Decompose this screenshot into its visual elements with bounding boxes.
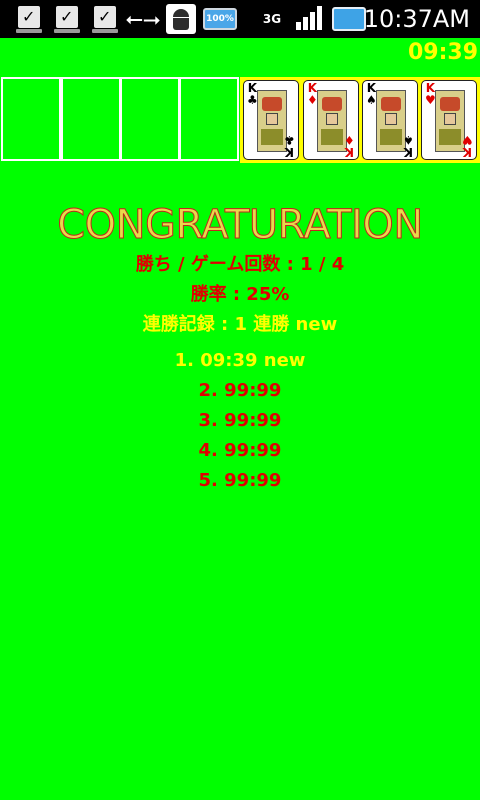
king-face-icon bbox=[376, 90, 406, 152]
free-cell-slot[interactable] bbox=[61, 77, 121, 161]
streak-stat: 連勝記録 : 1 連勝 new bbox=[142, 314, 338, 335]
king-face-icon bbox=[317, 90, 347, 152]
signal-strength-icon bbox=[294, 4, 324, 30]
card-corner: K ♥ bbox=[462, 133, 473, 159]
foundation-card-king-clubs[interactable]: K ♣ K ♣ bbox=[243, 80, 299, 160]
usb-icon[interactable]: ⭠⭢ bbox=[125, 4, 160, 34]
win-games-stat: 勝ち / ゲーム回数 : 1 / 4 bbox=[135, 254, 345, 275]
ranking-item: 3. 99:99 bbox=[198, 410, 282, 431]
battery-icon bbox=[332, 7, 366, 31]
game-timer: 09:39 bbox=[407, 40, 478, 65]
ranking-item: 2. 99:99 bbox=[198, 380, 282, 401]
king-face-icon bbox=[257, 90, 287, 152]
status-bar: ✓ ✓ ✓ ⭠⭢ 100% 3G 10:37AM bbox=[0, 0, 480, 38]
card-corner: K ♠ bbox=[403, 133, 414, 159]
free-cell-slot[interactable] bbox=[1, 77, 61, 161]
ranking-item: 1. 09:39 new bbox=[174, 350, 306, 371]
status-clock: 10:37AM bbox=[363, 5, 470, 33]
foundation-card-king-spades[interactable]: K ♠ K ♠ bbox=[362, 80, 418, 160]
clipboard-check-icon[interactable]: ✓ bbox=[52, 4, 80, 34]
network-label: 3G bbox=[262, 12, 282, 26]
clipboard-check-icon[interactable]: ✓ bbox=[14, 4, 42, 34]
network-3g-icon: 3G bbox=[258, 4, 286, 34]
foundation-card-king-diamonds[interactable]: K ♦ K ♦ bbox=[303, 80, 359, 160]
foundation-card-king-hearts[interactable]: K ♥ K ♥ bbox=[421, 80, 477, 160]
ranking-item: 4. 99:99 bbox=[198, 440, 282, 461]
ranking-item: 5. 99:99 bbox=[198, 470, 282, 491]
free-cell-slot[interactable] bbox=[179, 77, 239, 161]
win-rate-stat: 勝率 : 25% bbox=[190, 284, 290, 305]
clipboard-check-icon[interactable]: ✓ bbox=[90, 4, 118, 34]
card-corner: K ♦ bbox=[344, 133, 355, 159]
king-face-icon bbox=[435, 90, 465, 152]
congratulation-title: CONGRATURATION bbox=[57, 202, 424, 249]
battery-percent-icon: 100% bbox=[203, 8, 237, 30]
android-debug-icon[interactable] bbox=[166, 4, 196, 34]
card-corner: K ♣ bbox=[284, 133, 295, 159]
free-cell-slot[interactable] bbox=[120, 77, 180, 161]
